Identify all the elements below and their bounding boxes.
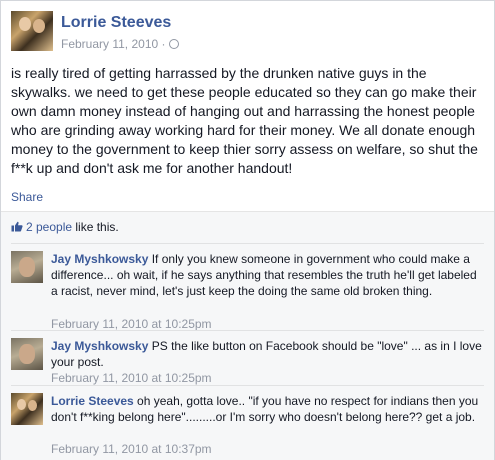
share-link[interactable]: Share [11,190,43,204]
row-divider [11,243,484,244]
commenter-avatar[interactable] [11,338,43,370]
author-avatar[interactable] [11,11,53,51]
post-timestamp: February 11, 2010 · [61,37,179,51]
likes-count-link[interactable]: 2 people [26,220,72,234]
post-date-text[interactable]: February 11, 2010 · [61,37,166,51]
comment-body: Lorrie Steeves oh yeah, gotta love.. "if… [51,393,484,425]
likes-summary: 2 people like this. [11,220,119,234]
comment-body: Jay Myshkowsky If only you knew someone … [51,251,484,299]
commenter-avatar[interactable] [11,393,43,425]
likes-suffix: like this. [72,220,119,234]
commenter-name-link[interactable]: Jay Myshkowsky [51,252,148,266]
commenter-name-link[interactable]: Lorrie Steeves [51,394,134,408]
thumbs-up-icon [11,221,23,232]
comment-item: Jay Myshkowsky If only you knew someone … [11,251,484,331]
post-header: Lorrie Steeves February 11, 2010 · [11,11,481,55]
comment-timestamp[interactable]: February 11, 2010 at 10:25pm [51,317,212,331]
row-divider [11,330,484,331]
comment-item: Jay Myshkowsky PS the like button on Fac… [11,338,484,386]
commenter-name-link[interactable]: Jay Myshkowsky [51,339,148,353]
commenter-avatar[interactable] [11,251,43,283]
post-body-text: is really tired of getting harrassed by … [11,65,478,176]
author-name-link[interactable]: Lorrie Steeves [61,14,171,32]
comment-timestamp[interactable]: February 11, 2010 at 10:37pm [51,442,212,456]
facebook-post-card: Lorrie Steeves February 11, 2010 · is re… [0,0,495,460]
row-divider [11,385,484,386]
comment-body: Jay Myshkowsky PS the like button on Fac… [51,338,484,370]
comment-item: Lorrie Steeves oh yeah, gotta love.. "if… [11,393,484,457]
comment-timestamp[interactable]: February 11, 2010 at 10:25pm [51,371,212,385]
globe-icon[interactable] [168,39,179,49]
